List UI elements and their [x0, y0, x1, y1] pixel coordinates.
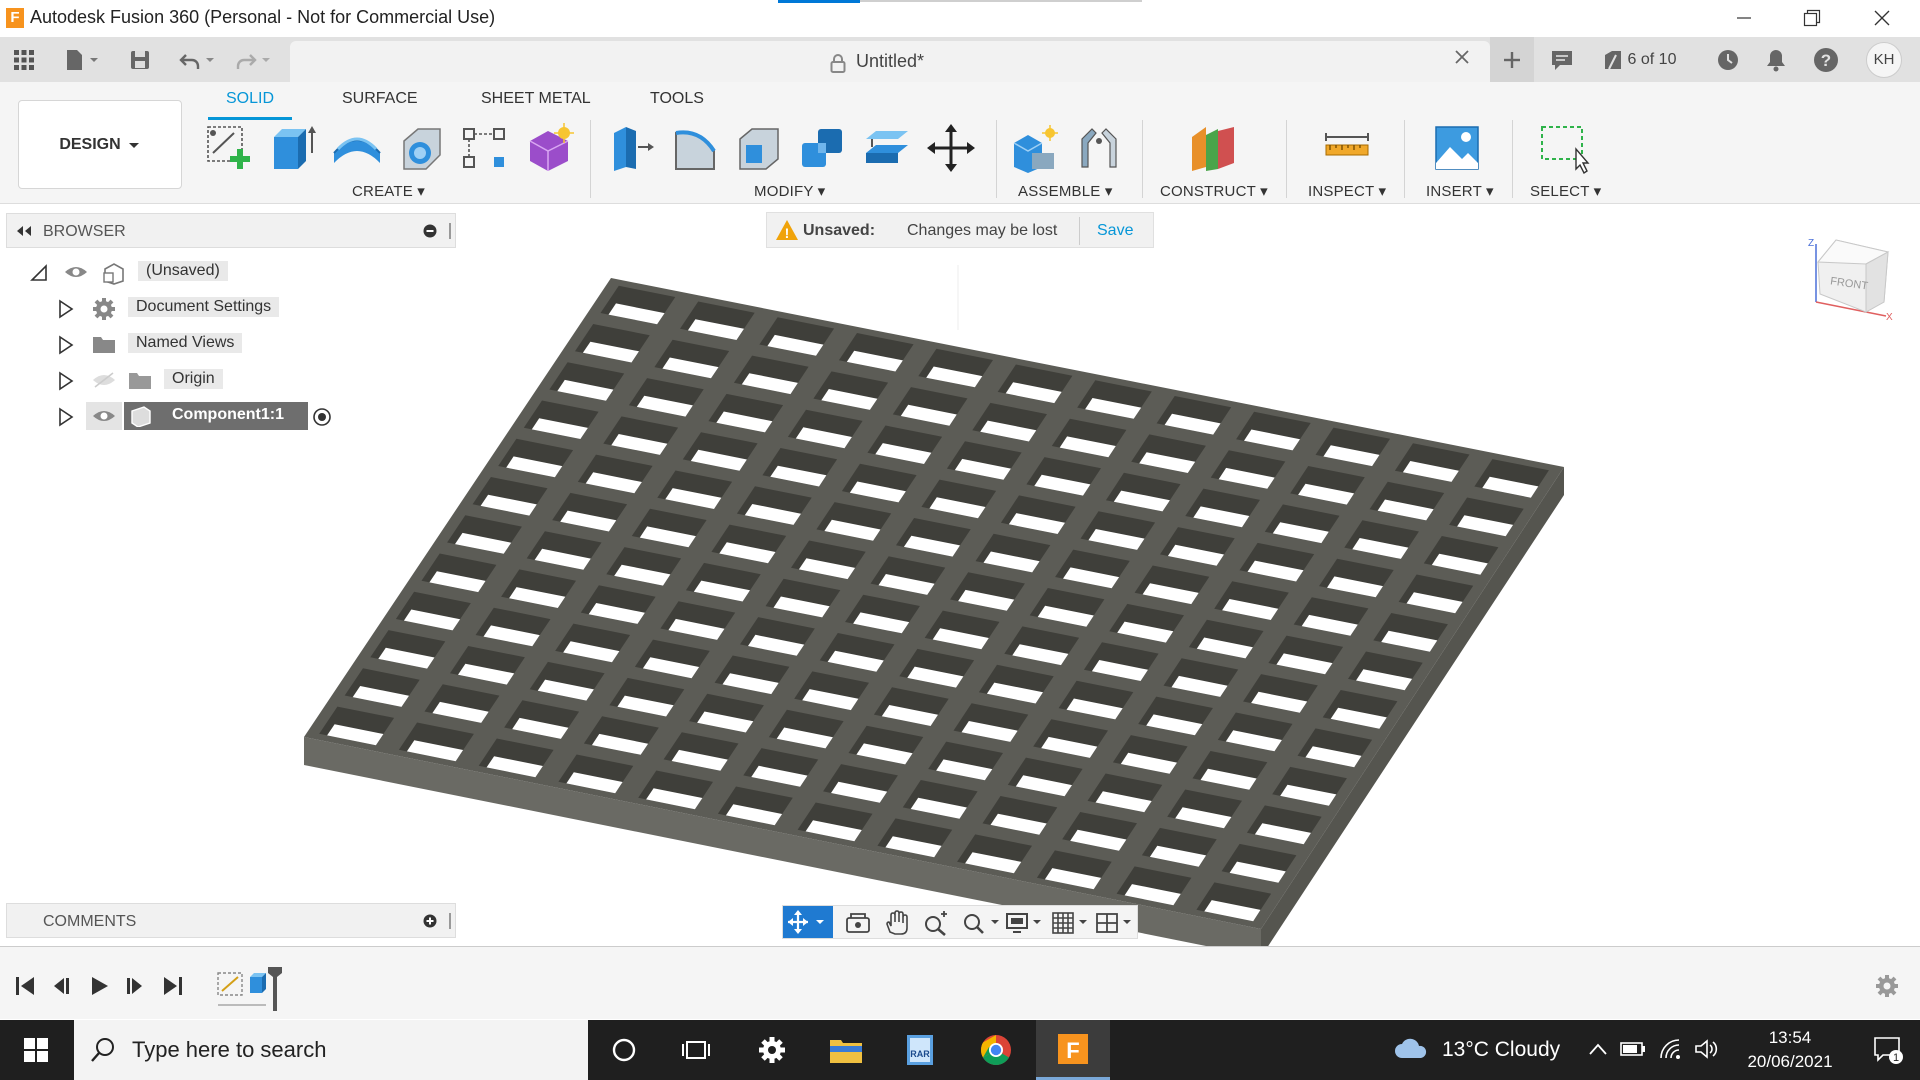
search-icon: [91, 1038, 114, 1062]
winrar-icon: RAR: [907, 1035, 933, 1065]
svg-text:F: F: [1066, 1038, 1079, 1063]
wifi-icon[interactable]: [1658, 1038, 1682, 1060]
play-icon[interactable]: [88, 975, 110, 997]
viewcube-axis-x: X: [1886, 312, 1893, 322]
go-to-start-icon[interactable]: [14, 975, 36, 997]
show-hidden-icons-chevron[interactable]: [1588, 1042, 1608, 1056]
step-forward-icon[interactable]: [124, 975, 146, 997]
action-center-button[interactable]: 1: [1856, 1020, 1920, 1080]
step-back-icon[interactable]: [50, 975, 72, 997]
taskbar-clock[interactable]: 13:54 20/06/2021: [1730, 1026, 1850, 1074]
look-at-icon[interactable]: [845, 912, 871, 934]
timeline-settings-gear-icon[interactable]: [1874, 973, 1900, 999]
svg-text:RAR: RAR: [910, 1049, 930, 1059]
settings-app-button[interactable]: [736, 1020, 808, 1080]
viewcube[interactable]: FRONT Z X: [1806, 232, 1896, 322]
windows-logo-icon: [24, 1038, 48, 1062]
cortana-button[interactable]: [588, 1020, 660, 1080]
viewports-icon[interactable]: [1095, 910, 1135, 936]
orbit-icon: [788, 910, 824, 934]
viewcube-axis-z: Z: [1808, 238, 1814, 249]
display-settings-icon[interactable]: [1005, 910, 1045, 936]
fit-zoom-window-icon[interactable]: [961, 910, 1001, 936]
task-view-icon: [682, 1041, 710, 1059]
grid-settings-icon[interactable]: [1051, 910, 1091, 936]
notification-badge: 1: [1893, 1052, 1899, 1064]
windows-taskbar: Type here to search RAR F 13°C Cloudy 13…: [0, 1020, 1920, 1080]
go-to-end-icon[interactable]: [162, 975, 184, 997]
volume-icon[interactable]: [1694, 1038, 1720, 1060]
folder-explorer-icon: [830, 1040, 862, 1063]
chrome-icon: [980, 1035, 1011, 1066]
taskbar-search-box[interactable]: Type here to search: [74, 1020, 588, 1080]
winrar-button[interactable]: RAR: [884, 1020, 956, 1080]
notification-icon: 1: [1874, 1037, 1903, 1064]
timeline-features[interactable]: [214, 965, 294, 1015]
fusion-app-icon: F: [1058, 1033, 1088, 1064]
add-comment-icon[interactable]: [423, 914, 437, 928]
chrome-button[interactable]: [960, 1020, 1032, 1080]
timeline-marker-icon[interactable]: [268, 967, 282, 1011]
search-placeholder: Type here to search: [132, 1037, 327, 1062]
pan-hand-icon[interactable]: [883, 910, 909, 936]
timeline-extrude-icon[interactable]: [250, 977, 262, 993]
cortana-circle-icon: [612, 1038, 636, 1062]
fusion-360-taskbar-button[interactable]: F: [1036, 1020, 1110, 1080]
weather-text[interactable]: 13°C Cloudy: [1442, 1038, 1560, 1062]
comments-title: COMMENTS: [43, 913, 137, 930]
file-explorer-button[interactable]: [810, 1020, 882, 1080]
comments-panel-header[interactable]: COMMENTS: [6, 903, 456, 938]
navigation-bar: [782, 905, 1138, 939]
clock-time: 13:54: [1768, 1028, 1812, 1047]
settings-gear-icon: [759, 1037, 785, 1063]
clock-date: 20/06/2021: [1747, 1052, 1833, 1071]
start-button[interactable]: [0, 1020, 72, 1080]
timeline-bar: [0, 946, 1920, 1019]
zoom-icon[interactable]: [923, 910, 949, 936]
orbit-button[interactable]: [783, 906, 833, 938]
cloud-weather-icon: [1395, 1038, 1427, 1058]
battery-icon[interactable]: [1620, 1040, 1646, 1058]
panel-drag-handle[interactable]: [449, 913, 451, 929]
task-view-button[interactable]: [660, 1020, 732, 1080]
